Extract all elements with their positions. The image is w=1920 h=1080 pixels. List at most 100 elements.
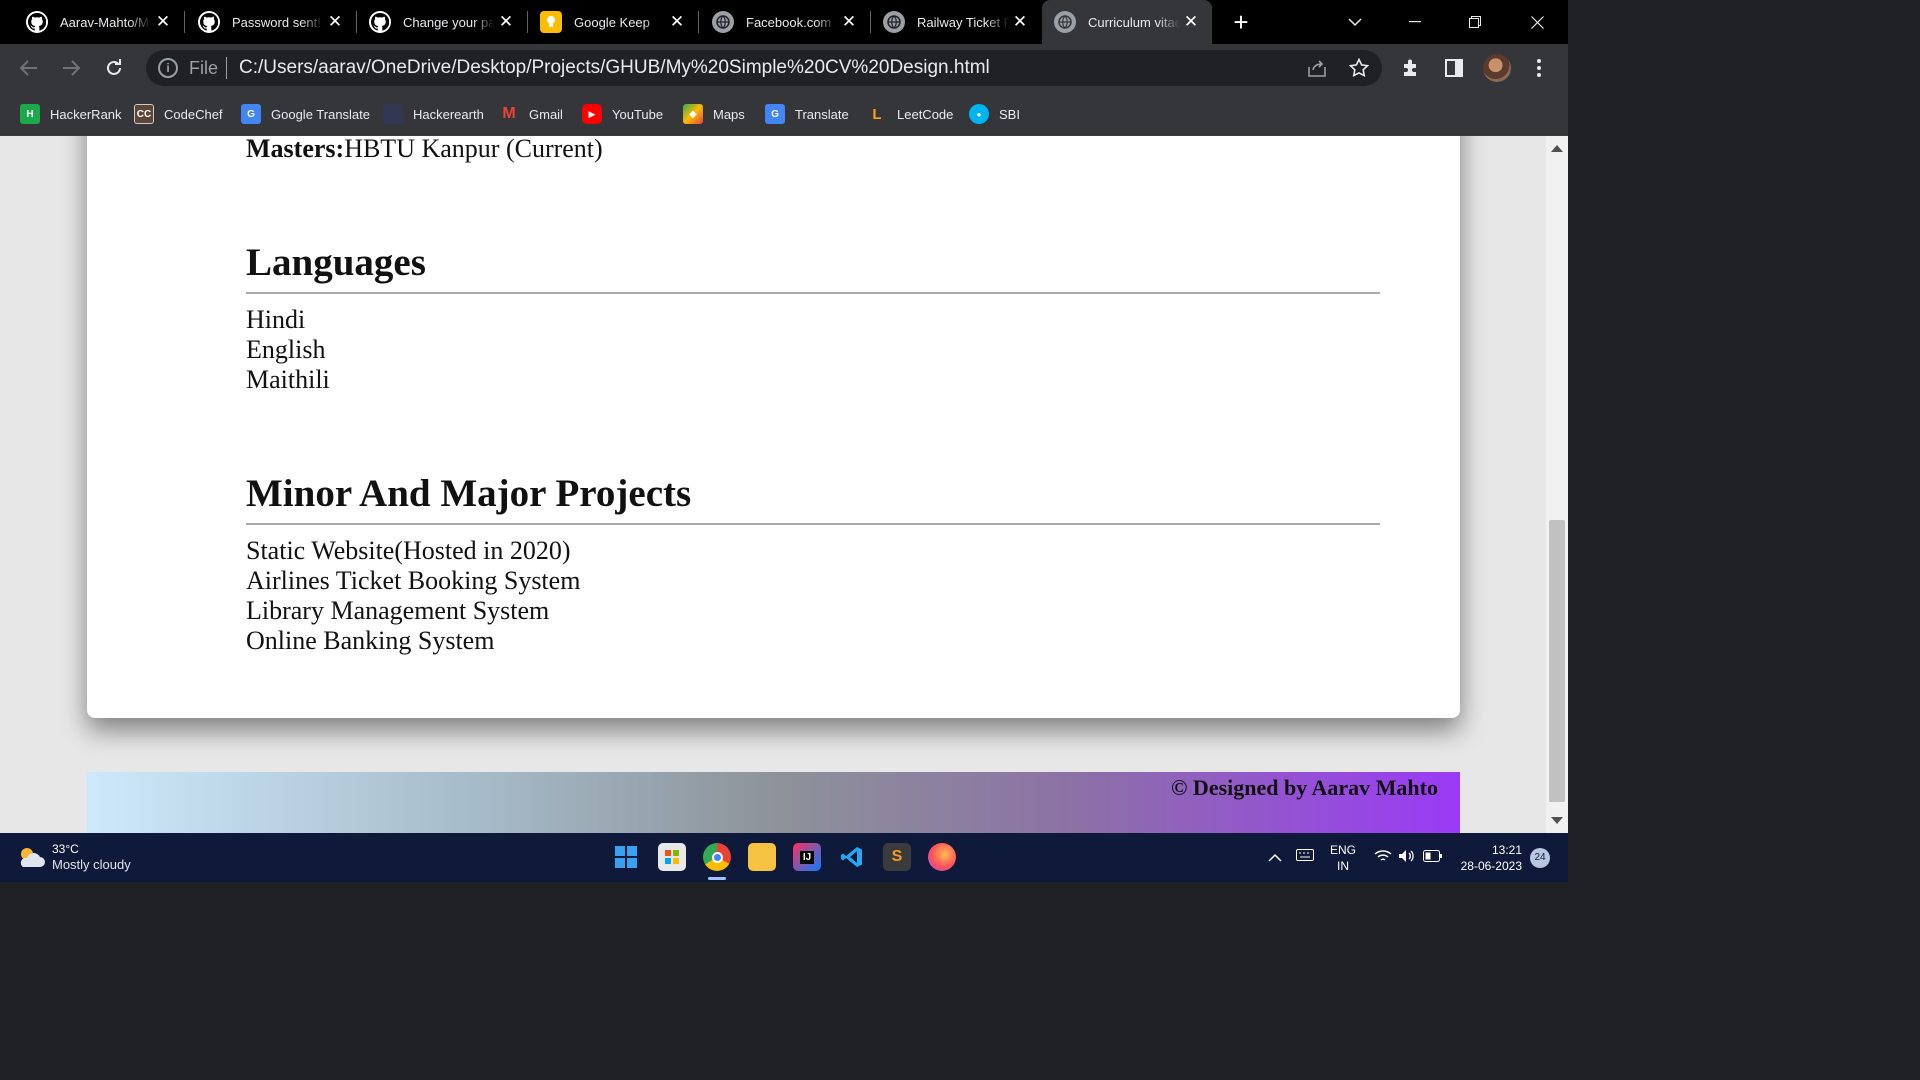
clock-time: 13:21 [1491,843,1522,857]
restore-icon[interactable] [1452,0,1498,44]
globe-icon [883,11,905,33]
battery-icon[interactable] [1423,850,1443,866]
bookmark-label: SBI [999,106,1020,122]
maps-icon: ◆ [683,104,703,124]
page-viewport: Masters:HBTU Kanpur (Current) Languages … [0,136,1546,833]
bookmark-google-translate[interactable]: G Google Translate [241,102,370,126]
bookmark-youtube[interactable]: ▶ YouTube [582,102,663,126]
clock[interactable]: 13:21 28-06-2023 [1452,842,1522,874]
bookmark-hackerearth[interactable]: Hackerearth [383,102,484,126]
project-item: Library Management System [246,596,550,625]
scheme-label: File [189,58,219,78]
bookmark-maps[interactable]: ◆ Maps [683,102,745,126]
show-hidden-icons-icon[interactable] [1268,849,1282,865]
new-tab-button[interactable]: + [1228,7,1254,37]
forward-arrow-icon[interactable] [57,54,85,82]
back-arrow-icon[interactable] [15,54,43,82]
tab-search-icon[interactable] [1332,0,1378,44]
close-tab-icon[interactable]: ✕ [324,11,346,33]
close-tab-icon[interactable]: ✕ [1009,11,1031,33]
language-item: Hindi [246,305,306,334]
google-translate-icon: G [241,104,261,124]
github-icon [369,11,391,33]
tab-3[interactable]: Google Keep ✕ [528,0,698,44]
translate-icon: G [765,104,785,124]
notification-badge[interactable]: 24 [1530,848,1550,868]
globe-icon [712,11,734,33]
wifi-icon[interactable] [1374,849,1392,867]
side-panel-icon[interactable] [1440,54,1468,82]
tab-title: Curriculum vitae [1088,14,1180,30]
chrome-icon[interactable] [703,843,731,871]
weather-widget[interactable]: 33°C Mostly cloudy [52,841,131,873]
tab-6-active[interactable]: Curriculum vitae ✕ [1042,0,1212,44]
language-top: ENG [1330,843,1357,857]
scroll-up-arrow-icon[interactable] [1551,145,1563,152]
bookmark-hackerrank[interactable]: H HackerRank [20,102,122,126]
education-masters: Masters:HBTU Kanpur (Current) [246,136,603,164]
url-text[interactable]: C:/Users/aarav/OneDrive/Desktop/Projects… [239,57,990,79]
tab-4[interactable]: Facebook.com ✕ [700,0,870,44]
microsoft-store-icon[interactable] [658,843,686,871]
tab-title: Facebook.com [746,14,832,30]
vscode-icon[interactable] [838,843,866,871]
bookmarks-bar: H HackerRank CC CodeChef G Google Transl… [0,92,1568,136]
language-indicator[interactable]: ENG IN [1330,842,1356,874]
tab-2[interactable]: Change your password ✕ [357,0,527,44]
file-explorer-icon[interactable] [748,843,776,871]
menu-dots-icon[interactable] [1525,54,1553,82]
tab-1[interactable]: Password sent! · GitHub ✕ [186,0,356,44]
extensions-icon[interactable] [1397,54,1425,82]
bookmark-label: Google Translate [271,106,371,122]
reload-icon[interactable] [100,54,128,82]
close-tab-icon[interactable]: ✕ [1180,11,1202,33]
tab-5[interactable]: Railway Ticket Reservation ✕ [871,0,1041,44]
bookmark-leetcode[interactable]: L LeetCode [867,102,953,126]
github-icon [198,11,220,33]
scrollbar-thumb[interactable] [1549,520,1565,802]
site-info-icon[interactable]: i [158,58,178,78]
weather-cloud-icon[interactable] [16,845,46,871]
windows-start-icon[interactable] [612,843,640,871]
bookmark-translate[interactable]: G Translate [765,102,849,126]
hackerearth-icon [383,104,403,124]
keep-icon [540,11,562,33]
minimize-icon[interactable] [1392,0,1438,44]
tab-title: Google Keep [574,14,650,30]
codechef-icon: CC [134,104,154,124]
firefox-icon[interactable] [928,843,956,871]
close-tab-icon[interactable]: ✕ [838,11,860,33]
close-tab-icon[interactable]: ✕ [495,11,517,33]
bookmark-gmail[interactable]: M Gmail [499,102,563,126]
page-footer: © Designed by Aarav Mahto [87,772,1460,833]
tab-0[interactable]: Aarav-Mahto/My Simple CV Design ✕ [14,0,184,44]
footer-credit: © Designed by Aarav Mahto [1171,775,1438,800]
bookmark-label: Translate [795,106,849,122]
close-tab-icon[interactable]: ✕ [666,11,688,33]
github-icon [26,11,48,33]
globe-icon [1054,11,1076,33]
share-icon[interactable] [1306,57,1328,79]
intellij-icon[interactable]: IJ [793,843,821,871]
language-bottom: IN [1337,859,1349,873]
masters-label: Masters: [246,136,345,163]
hackerrank-icon: H [20,104,40,124]
bookmark-label: CodeChef [164,106,223,122]
address-bar[interactable]: i File C:/Users/aarav/OneDrive/Desktop/P… [146,50,1382,86]
weather-temp: 33°C [52,842,79,856]
sublime-text-icon[interactable]: S [883,843,911,871]
project-item: Airlines Ticket Booking System [246,566,581,595]
projects-heading: Minor And Major Projects [246,472,692,515]
languages-heading: Languages [246,241,426,284]
close-window-icon[interactable] [1514,0,1560,44]
keyboard-icon[interactable] [1296,849,1314,865]
bookmark-sbi[interactable]: ● SBI [969,102,1020,126]
bookmark-star-icon[interactable] [1348,57,1370,79]
browser-toolbar: i File C:/Users/aarav/OneDrive/Desktop/P… [0,44,1568,92]
volume-icon[interactable] [1398,849,1416,867]
page-scrollbar[interactable] [1546,136,1568,833]
bookmark-codechef[interactable]: CC CodeChef [134,102,223,126]
close-tab-icon[interactable]: ✕ [152,11,174,33]
scroll-down-arrow-icon[interactable] [1551,817,1563,824]
profile-avatar[interactable] [1483,54,1511,82]
